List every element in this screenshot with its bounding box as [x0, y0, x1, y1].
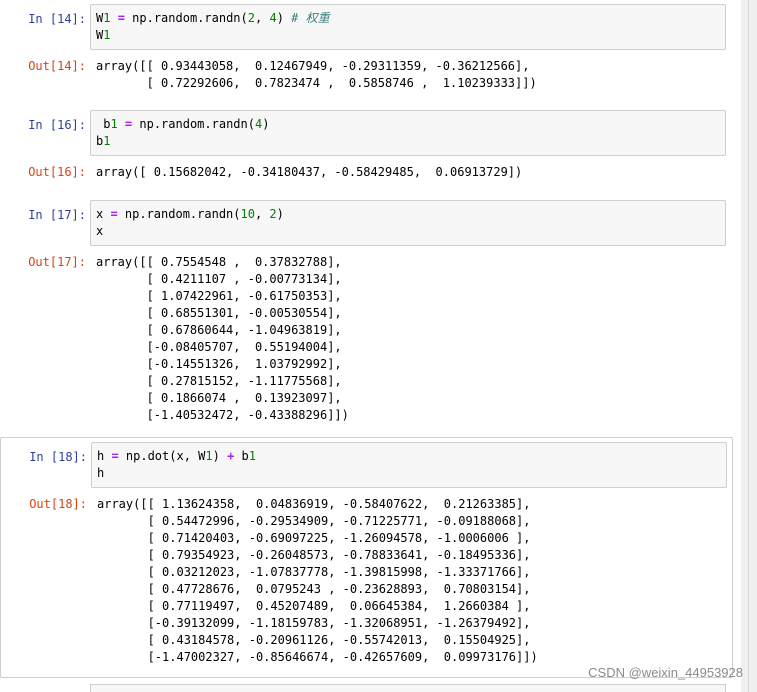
- output-prompt: Out[16]:: [28, 165, 86, 179]
- output-prompt: Out[14]:: [28, 59, 86, 73]
- next-cell-input[interactable]: [90, 684, 726, 692]
- cell-output: array([[ 1.13624358, 0.04836919, -0.5840…: [97, 497, 538, 664]
- code-line: b1 = np.random.randn(4): [96, 117, 270, 131]
- code-line: x = np.random.randn(10, 2): [96, 207, 284, 221]
- code-input[interactable]: h = np.dot(x, W1) + b1 h: [91, 442, 727, 488]
- input-prompt: In [18]:: [29, 450, 87, 464]
- code-line: W1: [96, 28, 111, 42]
- code-line: x: [96, 224, 104, 238]
- notebook-cell[interactable]: In [14]: W1 = np.random.randn(2, 4) # 权重…: [0, 0, 733, 95]
- code-line: h = np.dot(x, W1) + b1: [97, 449, 256, 463]
- vertical-scrollbar[interactable]: [741, 0, 757, 692]
- cell-output: array([[ 0.7554548 , 0.37832788], [ 0.42…: [96, 255, 349, 422]
- notebook-cell-selected[interactable]: In [18]: h = np.dot(x, W1) + b1 h Out[18]…: [0, 437, 733, 678]
- scrollbar-divider: [748, 0, 749, 692]
- input-prompt: In [17]:: [28, 208, 86, 222]
- watermark: CSDN @weixin_44953928: [588, 665, 743, 680]
- notebook-cell[interactable]: In [16]: b1 = np.random.randn(4) b1 Out[1…: [0, 106, 733, 186]
- code-line: h: [97, 466, 105, 480]
- code-input[interactable]: b1 = np.random.randn(4) b1: [90, 110, 726, 156]
- code-input[interactable]: W1 = np.random.randn(2, 4) # 权重 W1: [90, 4, 726, 50]
- output-prompt: Out[17]:: [28, 255, 86, 269]
- code-line: b1: [96, 134, 111, 148]
- notebook-cell[interactable]: In [17]: x = np.random.randn(10, 2) x Out…: [0, 196, 733, 431]
- input-prompt: In [14]:: [28, 12, 86, 26]
- cell-output: array([[ 0.93443058, 0.12467949, -0.2931…: [96, 59, 537, 90]
- code-line: W1 = np.random.randn(2, 4) # 权重: [96, 11, 330, 25]
- input-prompt: In [16]:: [28, 118, 86, 132]
- output-prompt: Out[18]:: [29, 497, 87, 511]
- code-input[interactable]: x = np.random.randn(10, 2) x: [90, 200, 726, 246]
- cell-output: array([ 0.15682042, -0.34180437, -0.5842…: [96, 165, 523, 179]
